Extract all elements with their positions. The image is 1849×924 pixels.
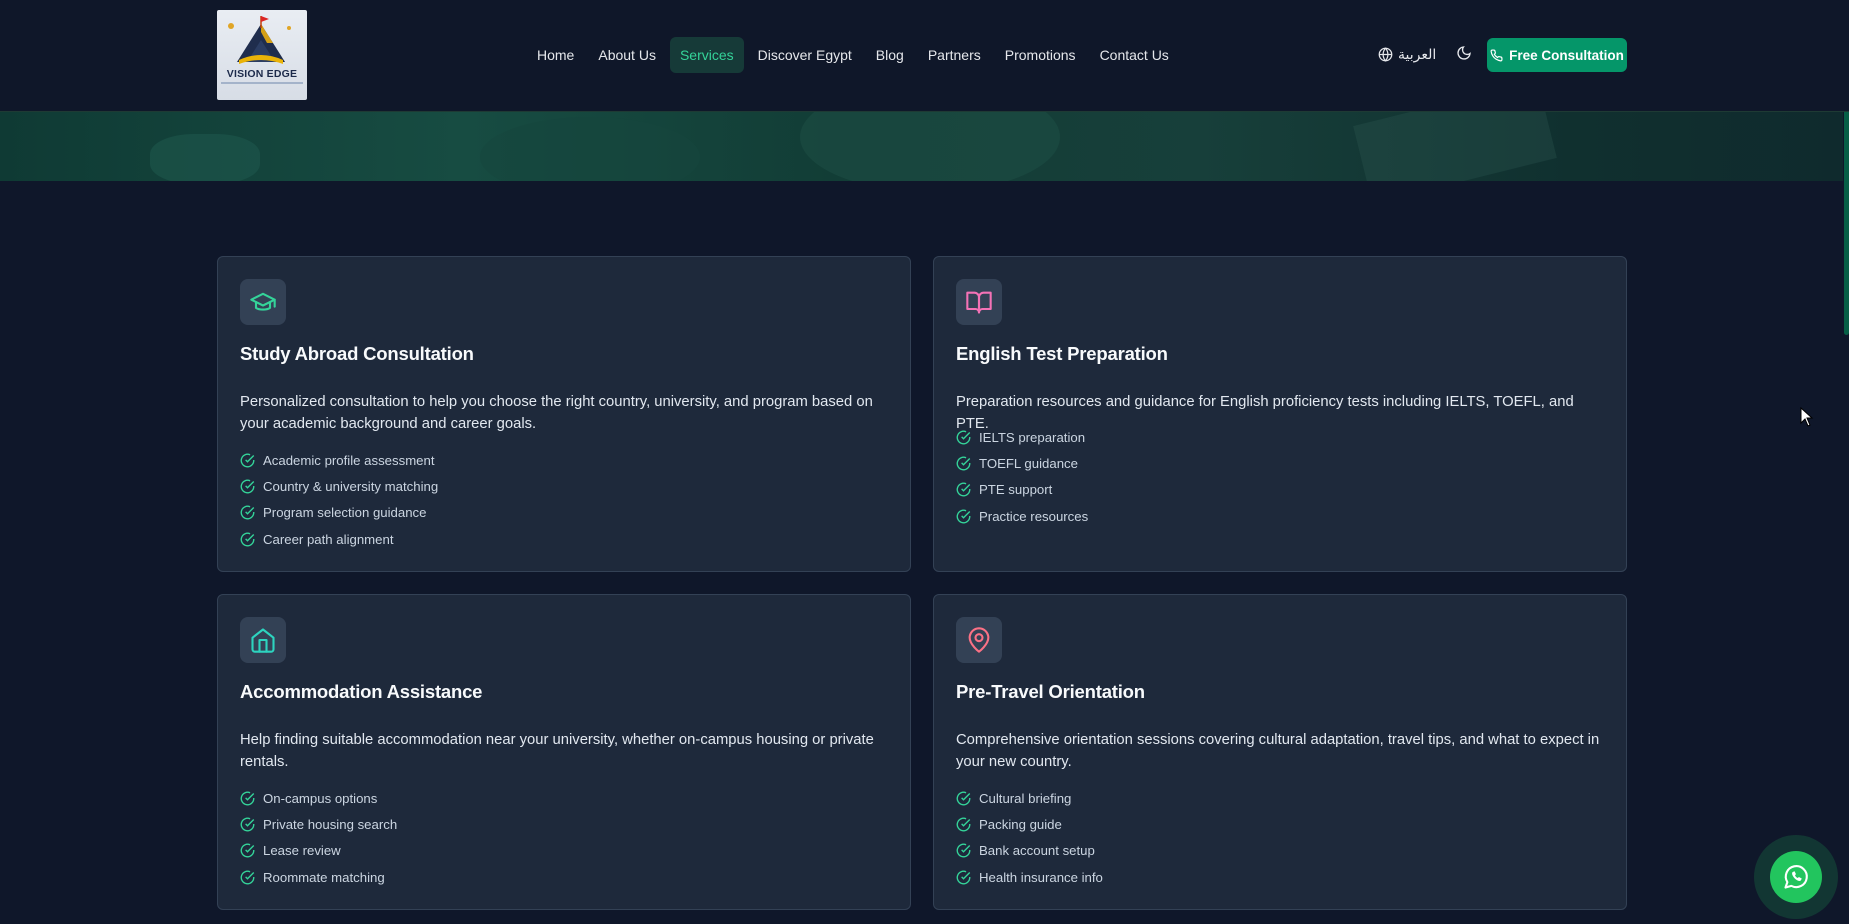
service-title: English Test Preparation: [956, 343, 1168, 364]
main-nav: Home About Us Services Discover Egypt Bl…: [527, 37, 1183, 73]
check-circle-icon: [240, 817, 255, 832]
service-title: Study Abroad Consultation: [240, 343, 474, 364]
feature-item: PTE support: [956, 477, 1088, 503]
nav-discover-egypt[interactable]: Discover Egypt: [748, 37, 862, 73]
site-header: VISION EDGE Home About Us Services Disco…: [0, 0, 1849, 112]
feature-item: Lease review: [240, 838, 397, 864]
map-pin-icon: [968, 627, 990, 653]
check-circle-icon: [956, 430, 971, 445]
book-open-icon: [966, 291, 992, 314]
feature-list: Cultural briefing Packing guide Bank acc…: [956, 785, 1103, 890]
feature-item: Academic profile assessment: [240, 447, 438, 473]
whatsapp-button[interactable]: [1770, 851, 1822, 903]
feature-item: Program selection guidance: [240, 500, 438, 526]
language-label: العربية: [1398, 46, 1437, 62]
logo-tagline-line: [221, 82, 303, 84]
moon-icon: [1457, 46, 1471, 60]
nav-home[interactable]: Home: [527, 37, 584, 73]
check-circle-icon: [956, 482, 971, 497]
service-description: Personalized consultation to help you ch…: [240, 394, 873, 432]
nav-blog[interactable]: Blog: [866, 37, 914, 73]
feature-item: Practice resources: [956, 503, 1088, 529]
check-circle-icon: [956, 509, 971, 523]
service-title: Accommodation Assistance: [240, 681, 483, 702]
vision-edge-logo[interactable]: VISION EDGE: [217, 10, 307, 100]
service-description: Help finding suitable accommodation near…: [240, 732, 874, 770]
check-circle-icon: [956, 843, 971, 858]
card-icon-box: [956, 279, 1002, 325]
service-title: Pre-Travel Orientation: [956, 681, 1145, 702]
service-card-pre-travel: Pre-Travel Orientation Comprehensive ori…: [933, 594, 1627, 910]
check-circle-icon: [240, 791, 255, 806]
feature-list: Academic profile assessment Country & un…: [240, 447, 438, 552]
check-circle-icon: [956, 791, 971, 806]
nav-about-us[interactable]: About Us: [588, 37, 666, 73]
mountain-logo-icon: [228, 16, 291, 64]
check-circle-icon: [956, 817, 971, 832]
feature-item: Private housing search: [240, 811, 397, 837]
service-card-study-abroad: Study Abroad Consultation Personalized c…: [217, 256, 911, 572]
nav-contact-us[interactable]: Contact Us: [1090, 37, 1179, 73]
check-circle-icon: [240, 870, 255, 884]
home-icon: [251, 628, 275, 653]
nav-partners[interactable]: Partners: [918, 37, 991, 73]
check-circle-icon: [956, 870, 971, 884]
feature-list: IELTS preparation TOEFL guidance PTE sup…: [956, 424, 1088, 529]
free-consultation-button[interactable]: Free Consultation: [1487, 38, 1627, 72]
check-circle-icon: [240, 843, 255, 858]
language-switcher[interactable]: العربية: [1378, 46, 1436, 63]
card-icon-box: [240, 279, 286, 325]
feature-item: IELTS preparation: [956, 424, 1088, 450]
theme-toggle-button[interactable]: [1456, 45, 1472, 66]
feature-item: Country & university matching: [240, 473, 438, 499]
check-circle-icon: [956, 456, 971, 471]
service-card-english-test: English Test Preparation Preparation res…: [933, 256, 1627, 572]
feature-item: On-campus options: [240, 785, 397, 811]
hero-banner-image: [0, 112, 1849, 181]
mouse-cursor-icon: [1800, 406, 1814, 432]
card-icon-box: [240, 617, 286, 663]
graduation-cap-icon: [250, 292, 276, 311]
logo-text: VISION EDGE: [226, 68, 298, 80]
feature-item: Packing guide: [956, 811, 1103, 837]
phone-icon: [1490, 48, 1503, 61]
cta-label: Free Consultation: [1509, 47, 1624, 63]
feature-list: On-campus options Private housing search…: [240, 785, 397, 890]
feature-item: Bank account setup: [956, 838, 1103, 864]
check-circle-icon: [240, 505, 255, 520]
check-circle-icon: [240, 453, 255, 468]
feature-item: Cultural briefing: [956, 785, 1103, 811]
feature-item: Health insurance info: [956, 864, 1103, 890]
feature-item: Career path alignment: [240, 526, 438, 552]
feature-item: Roommate matching: [240, 864, 397, 890]
card-icon-box: [956, 617, 1002, 663]
check-circle-icon: [240, 479, 255, 494]
globe-icon: [1378, 47, 1393, 62]
feature-item: TOEFL guidance: [956, 450, 1088, 476]
service-card-accommodation: Accommodation Assistance Help finding su…: [217, 594, 911, 910]
nav-promotions[interactable]: Promotions: [995, 37, 1086, 73]
check-circle-icon: [240, 532, 255, 546]
whatsapp-icon: [1784, 865, 1808, 889]
service-description: Comprehensive orientation sessions cover…: [956, 732, 1600, 770]
nav-services[interactable]: Services: [669, 37, 744, 73]
